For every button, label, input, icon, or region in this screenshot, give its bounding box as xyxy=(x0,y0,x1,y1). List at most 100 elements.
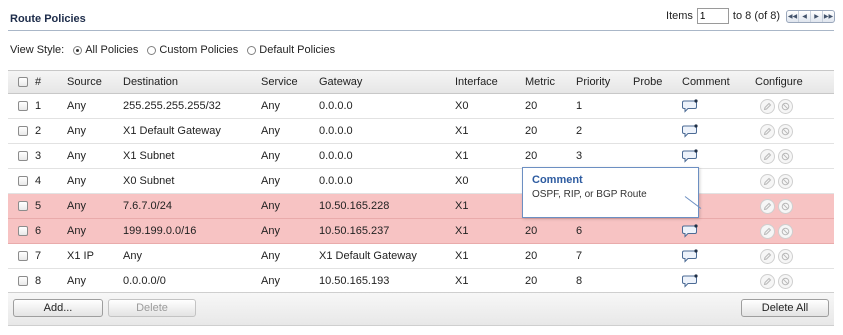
header-source[interactable]: Source xyxy=(67,71,102,93)
cell-source: Any xyxy=(67,125,86,137)
cell-num: 7 xyxy=(35,250,42,262)
view-custom-policies-radio[interactable]: Custom Policies xyxy=(147,44,238,56)
page-title: Route Policies xyxy=(10,13,86,25)
table-row[interactable]: 1 Any 255.255.255.255/32 Any 0.0.0.0 X0 20 1 xyxy=(8,94,834,119)
cell-interface: X1 xyxy=(455,150,469,162)
edit-pencil-icon[interactable] xyxy=(760,173,775,189)
table-row[interactable]: 3 Any X1 Subnet Any 0.0.0.0 X1 20 3 xyxy=(8,144,834,169)
delete-circle-icon[interactable] xyxy=(778,173,793,189)
tooltip-title: Comment xyxy=(532,174,583,186)
edit-pencil-icon[interactable] xyxy=(760,198,775,214)
table-row[interactable]: 4 Any X0 Subnet Any 0.0.0.0 X0 xyxy=(8,169,834,194)
delete-circle-icon[interactable] xyxy=(778,123,793,139)
header-probe[interactable]: Probe xyxy=(633,71,662,93)
row-checkbox[interactable] xyxy=(18,101,28,111)
edit-pencil-icon[interactable] xyxy=(760,273,775,289)
comment-cell xyxy=(682,269,698,293)
table-header: # Source Destination Service Gateway Int… xyxy=(8,70,834,94)
items-start-input[interactable] xyxy=(696,8,729,24)
items-range-text: to 8 (of 8) xyxy=(732,10,780,22)
cell-metric: 20 xyxy=(525,100,538,112)
configure-cell xyxy=(760,244,793,268)
cell-service: Any xyxy=(261,175,280,187)
delete-circle-icon[interactable] xyxy=(778,223,793,239)
cell-source: Any xyxy=(67,100,86,112)
table-row[interactable]: 2 Any X1 Default Gateway Any 0.0.0.0 X1 20 2 xyxy=(8,119,834,144)
comment-bubble-icon[interactable] xyxy=(682,99,698,113)
row-select-cell xyxy=(18,219,28,243)
comment-cell xyxy=(682,219,698,243)
table-row[interactable]: 6 Any 199.199.0.0/16 Any 10.50.165.237 X1 20 6 xyxy=(8,219,834,244)
delete-button[interactable]: Delete xyxy=(108,299,196,317)
header-service[interactable]: Service xyxy=(261,71,298,93)
row-checkbox[interactable] xyxy=(18,126,28,136)
cell-interface: X1 xyxy=(455,250,469,262)
cell-interface: X1 xyxy=(455,275,469,287)
radio-label: Custom Policies xyxy=(159,44,239,56)
header-destination[interactable]: Destination xyxy=(123,71,178,93)
cell-gateway: 10.50.165.193 xyxy=(319,275,390,287)
cell-source: X1 IP xyxy=(67,250,94,262)
cell-priority: 3 xyxy=(576,150,583,162)
cell-num: 1 xyxy=(35,100,42,112)
view-all-policies-radio[interactable]: All Policies xyxy=(73,44,138,56)
view-style-selector: View Style: All Policies Custom Policies… xyxy=(10,44,335,56)
row-checkbox[interactable] xyxy=(18,201,28,211)
table-row[interactable]: 7 X1 IP Any Any X1 Default Gateway X1 20 7 xyxy=(8,244,834,269)
configure-cell xyxy=(760,119,793,143)
table-row[interactable]: 5 Any 7.6.7.0/24 Any 10.50.165.228 X1 xyxy=(8,194,834,219)
cell-destination: X1 Default Gateway xyxy=(123,125,221,137)
delete-circle-icon[interactable] xyxy=(778,248,793,264)
row-checkbox[interactable] xyxy=(18,226,28,236)
table-row[interactable]: 8 Any 0.0.0.0/0 Any 10.50.165.193 X1 20 8 xyxy=(8,269,834,294)
delete-circle-icon[interactable] xyxy=(778,98,793,114)
cell-priority: 7 xyxy=(576,250,583,262)
first-page-icon[interactable]: ◀◀ xyxy=(787,11,798,22)
cell-num: 8 xyxy=(35,275,42,287)
header-comment: Comment xyxy=(682,76,730,88)
row-checkbox[interactable] xyxy=(18,251,28,261)
comment-bubble-icon[interactable] xyxy=(682,149,698,163)
edit-pencil-icon[interactable] xyxy=(760,148,775,164)
delete-circle-icon[interactable] xyxy=(778,273,793,289)
previous-page-icon[interactable]: ◀ xyxy=(798,10,810,22)
table-body: 1 Any 255.255.255.255/32 Any 0.0.0.0 X0 20 1 2 An… xyxy=(8,94,834,294)
comment-bubble-icon[interactable] xyxy=(682,274,698,288)
comment-bubble-icon[interactable] xyxy=(682,249,698,263)
comment-bubble-icon[interactable] xyxy=(682,124,698,138)
comment-cell xyxy=(682,144,698,168)
header-priority[interactable]: Priority xyxy=(576,71,610,93)
next-page-icon[interactable]: ▶ xyxy=(810,10,822,22)
cell-gateway: 0.0.0.0 xyxy=(319,100,353,112)
row-select-cell xyxy=(18,119,28,143)
delete-circle-icon[interactable] xyxy=(778,148,793,164)
header-metric[interactable]: Metric xyxy=(525,71,555,93)
select-all-checkbox[interactable] xyxy=(18,77,28,87)
cell-destination: Any xyxy=(123,250,142,262)
view-style-label: View Style: xyxy=(10,44,65,56)
comment-bubble-icon[interactable] xyxy=(682,224,698,238)
row-checkbox[interactable] xyxy=(18,276,28,286)
select-all-cell xyxy=(18,71,28,93)
tooltip-body: OSPF, RIP, or BGP Route xyxy=(532,189,647,200)
delete-all-button[interactable]: Delete All xyxy=(741,299,829,317)
last-page-icon[interactable]: ▶▶ xyxy=(822,10,834,22)
header-interface[interactable]: Interface xyxy=(455,71,498,93)
cell-num: 3 xyxy=(35,150,42,162)
row-checkbox[interactable] xyxy=(18,176,28,186)
radio-unselected-icon xyxy=(147,45,157,55)
row-select-cell xyxy=(18,94,28,118)
row-select-cell xyxy=(18,169,28,193)
delete-circle-icon[interactable] xyxy=(778,198,793,214)
edit-pencil-icon[interactable] xyxy=(760,223,775,239)
cell-interface: X1 xyxy=(455,225,469,237)
pagination-bar: Items to 8 (of 8) ◀◀ ◀ ▶ ▶▶ xyxy=(666,8,835,24)
header-gateway[interactable]: Gateway xyxy=(319,71,362,93)
edit-pencil-icon[interactable] xyxy=(760,123,775,139)
radio-label: All Policies xyxy=(85,44,139,56)
edit-pencil-icon[interactable] xyxy=(760,98,775,114)
view-default-policies-radio[interactable]: Default Policies xyxy=(247,44,335,56)
add-button[interactable]: Add... xyxy=(13,299,103,317)
edit-pencil-icon[interactable] xyxy=(760,248,775,264)
row-checkbox[interactable] xyxy=(18,151,28,161)
